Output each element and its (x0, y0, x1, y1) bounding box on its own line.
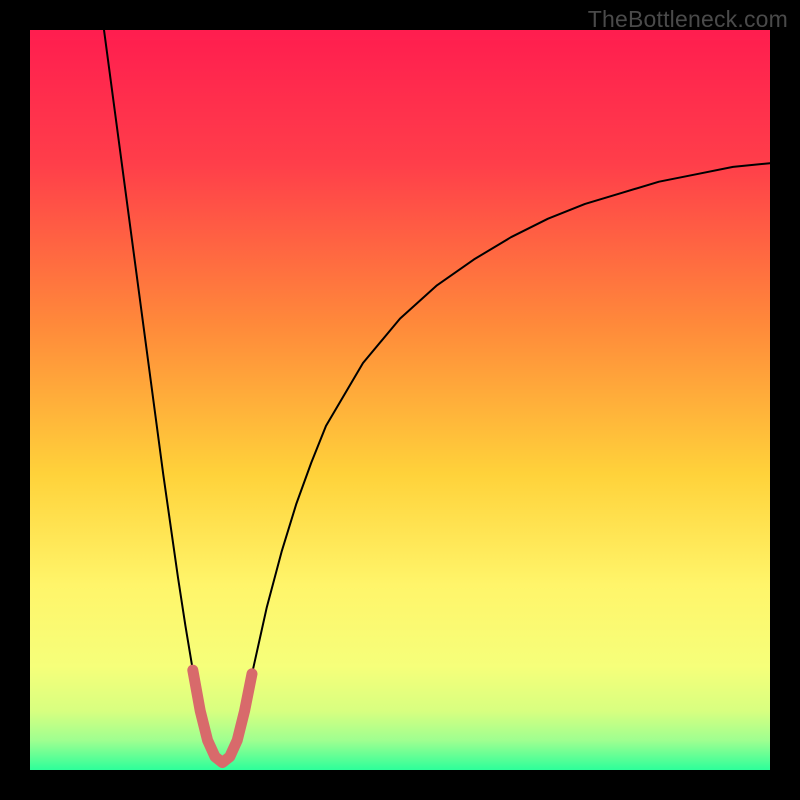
plot-area (30, 30, 770, 770)
chart-svg (30, 30, 770, 770)
watermark-text: TheBottleneck.com (588, 6, 788, 33)
gradient-background (30, 30, 770, 770)
chart-frame: TheBottleneck.com (0, 0, 800, 800)
